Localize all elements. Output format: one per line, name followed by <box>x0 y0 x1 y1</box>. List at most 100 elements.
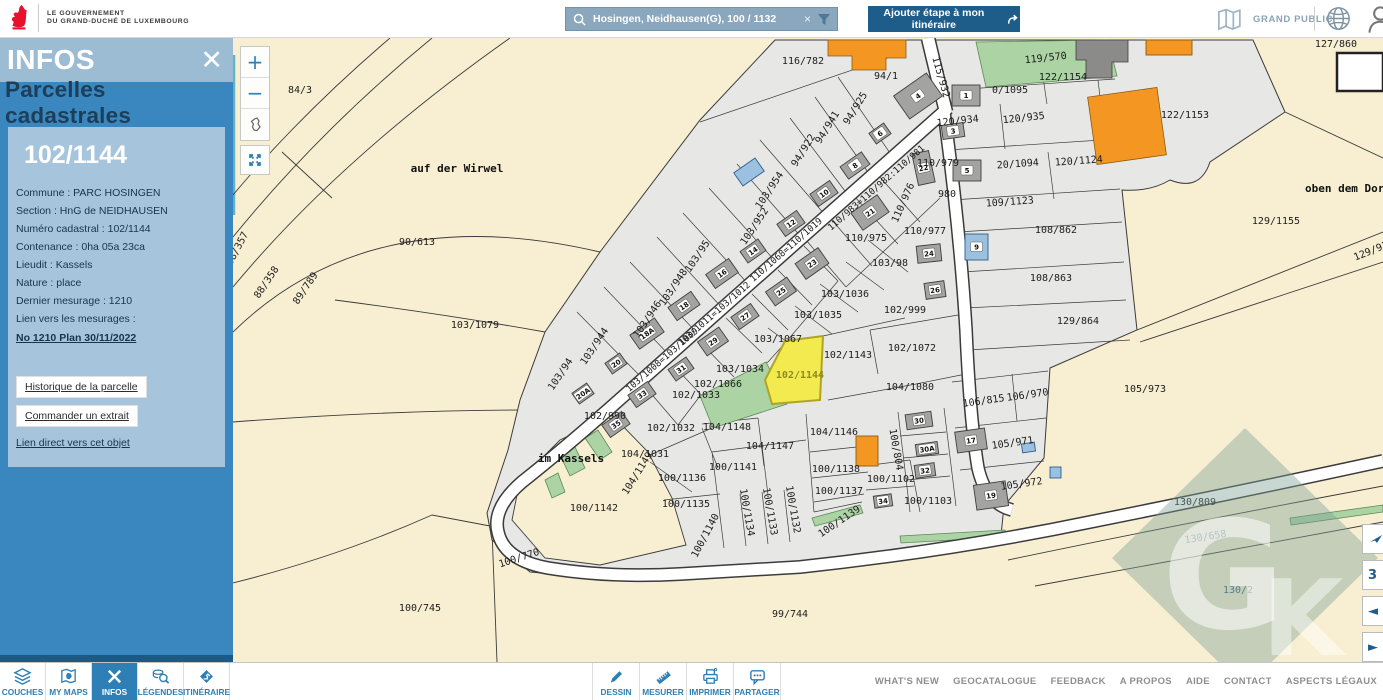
parcel-detail-row: Dernier mesurage : 1210 <box>16 292 217 310</box>
parcel-label: 102/999 <box>884 305 926 316</box>
parcel-label: 116/782 <box>782 56 824 67</box>
parcel-label: 104/1146 <box>810 427 858 438</box>
parcel-label: 103/1036 <box>821 289 869 300</box>
building: 17 <box>955 428 988 453</box>
parcel-label: 100/1142 <box>570 503 618 514</box>
parcel-detail-row: Section : HnG de NEIDHAUSEN <box>16 202 217 220</box>
tab-my-maps[interactable]: MY MAPS <box>46 663 92 700</box>
parcel-detail-row: Nature : place <box>16 274 217 292</box>
building: 26 <box>924 281 946 300</box>
parcel-detail-row: Numéro cadastral : 102/1144 <box>16 220 217 238</box>
3d-button[interactable]: 3 <box>1362 560 1383 590</box>
direct-object-link[interactable]: Lien direct vers cet objet <box>16 437 130 449</box>
filter-funnel-icon[interactable] <box>817 13 831 26</box>
parcel-label: 102/1072 <box>888 343 936 354</box>
search-box[interactable]: × <box>565 7 838 31</box>
building-number: 34 <box>878 497 889 506</box>
parcel-label: 102/1033 <box>672 390 720 401</box>
tool-partager[interactable]: PARTAGER <box>734 663 781 700</box>
footer-link[interactable]: FEEDBACK <box>1051 676 1106 687</box>
bottom-toolbar: COUCHESMY MAPS INFOSLÉGENDESITINÉRAIRE DE… <box>0 662 1383 700</box>
parcel-label: im Kassels <box>538 452 604 465</box>
zoom-in-button[interactable]: + <box>241 47 269 78</box>
close-x-icon <box>105 667 124 686</box>
parcel-history-button[interactable]: Historique de la parcelle <box>16 376 147 398</box>
footer-link[interactable]: A PROPOS <box>1120 676 1172 687</box>
footer-link[interactable]: GEOCATALOGUE <box>953 676 1036 687</box>
full-extent-button[interactable] <box>241 109 269 140</box>
footer-links: WHAT'S NEW GEOCATALOGUE FEEDBACK A PROPOS AI… <box>875 663 1377 700</box>
tool-label: DESSIN <box>601 687 632 697</box>
parcel-label: 103/98 <box>872 258 908 269</box>
clear-search-icon[interactable]: × <box>804 12 811 26</box>
cadastral-map[interactable]: 468101214161818A2020A2122232425262729313… <box>233 38 1383 662</box>
building-number: 26 <box>930 286 941 295</box>
tab-label: ITINÉRAIRE <box>183 687 230 697</box>
panel-subtitle: Parcelles cadastrales <box>0 82 233 124</box>
tab-label: MY MAPS <box>49 687 88 697</box>
parcel-label: 102/1066 <box>694 379 742 390</box>
globe-icon <box>1325 5 1352 32</box>
map-tools: DESSIN MESURERIMPRIMERPARTAGER <box>592 663 781 700</box>
info-panel-header: INFOS ✕ <box>0 38 233 82</box>
parcel-label: 102/1143 <box>824 350 872 361</box>
parcel-label: 108/862 <box>1035 225 1077 236</box>
parcel-label: 108/863 <box>1030 273 1072 284</box>
tab-infos[interactable]: INFOS <box>92 663 138 700</box>
building: 9 <box>965 234 988 260</box>
parcel-label: 104/1148 <box>703 422 751 433</box>
building: 1 <box>952 85 980 106</box>
route-icon <box>197 667 216 686</box>
parcel-label: oben dem Dorf <box>1305 182 1383 195</box>
parcel-label: 0/1095 <box>992 85 1028 96</box>
tool-mesurer[interactable]: MESURER <box>640 663 687 700</box>
profile-selector[interactable]: GRAND PUBLIC <box>1213 4 1333 34</box>
building-number: 1 <box>964 92 969 100</box>
parcel-label: 129/864 <box>1057 316 1099 327</box>
footer-link[interactable]: CONTACT <box>1224 676 1272 687</box>
building-number: 19 <box>986 491 997 500</box>
parcel-label: 90/613 <box>399 237 435 248</box>
parcel-label: 122/1154 <box>1039 72 1087 83</box>
add-route-step-button[interactable]: Ajouter étape à mon itinéraire <box>868 6 1020 32</box>
tool-imprimer[interactable]: IMPRIMER <box>687 663 734 700</box>
measurement-plan-link[interactable]: No 1210 Plan 30/11/2022 <box>16 332 136 344</box>
legend-icon <box>151 667 170 686</box>
footer-link[interactable]: WHAT'S NEW <box>875 676 939 687</box>
parcel-label: 103/1035 <box>794 310 842 321</box>
parcel-label: 94/1 <box>874 71 898 82</box>
parcel-label: 102/1144 <box>776 370 824 381</box>
tab-couches[interactable]: COUCHES <box>0 663 46 700</box>
logo-line1: LE GOUVERNEMENT <box>47 10 189 19</box>
previous-extent-button[interactable]: ◄ <box>1362 596 1383 626</box>
language-globe-button[interactable] <box>1324 5 1352 33</box>
fullscreen-button[interactable] <box>240 145 270 175</box>
logo-line2: DU GRAND-DUCHÉ DE LUXEMBOURG <box>47 18 189 27</box>
search-input[interactable] <box>593 13 798 25</box>
tool-dessin[interactable]: DESSIN <box>593 663 640 700</box>
route-arrow-icon <box>1007 12 1020 26</box>
close-panel-icon[interactable]: ✕ <box>200 47 223 74</box>
building <box>1050 467 1061 478</box>
parcel-label: 103/1034 <box>716 364 764 375</box>
tab-label: LÉGENDES <box>138 687 184 697</box>
parcel-label: 103/1067 <box>754 334 802 345</box>
zoom-out-button[interactable]: − <box>241 78 269 109</box>
building-number: 30 <box>914 416 925 425</box>
parcel-label: 100/1141 <box>709 462 757 473</box>
parcel-card: 102/1144 Commune : PARC HOSINGENSection … <box>8 127 225 467</box>
tab-l-gendes[interactable]: LÉGENDES <box>138 663 184 700</box>
user-account-button[interactable] <box>1366 4 1383 34</box>
parcel-label: 110/979 <box>917 158 959 169</box>
parcel-label: 100/1137 <box>815 486 863 497</box>
luxembourg-outline-icon <box>245 115 265 135</box>
layers-icon <box>13 667 32 686</box>
print-button[interactable] <box>1362 524 1383 554</box>
building: 30 <box>905 411 933 429</box>
ruler-icon <box>654 667 673 686</box>
footer-link[interactable]: ASPECTS LÉGAUX <box>1286 676 1377 687</box>
next-extent-button[interactable]: ► <box>1362 632 1383 662</box>
tab-itin-raire[interactable]: ITINÉRAIRE <box>184 663 230 700</box>
order-extract-button[interactable]: Commander un extrait <box>16 405 138 427</box>
footer-link[interactable]: AIDE <box>1186 676 1210 687</box>
